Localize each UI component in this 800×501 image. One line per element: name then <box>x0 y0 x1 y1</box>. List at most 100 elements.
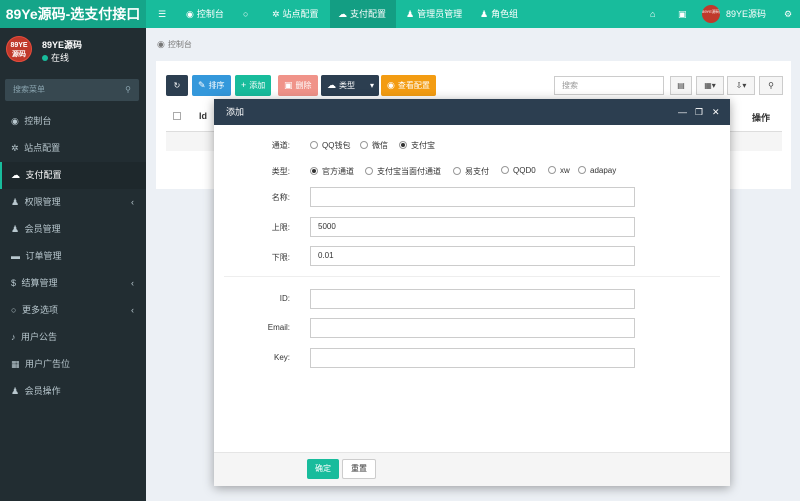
view-config-label: 查看配置 <box>397 81 430 90</box>
min-input[interactable]: 0.01 <box>310 246 635 266</box>
sort-button[interactable]: ✎ 排序 <box>192 75 231 96</box>
column-header-action: 操作 <box>752 113 771 123</box>
plus-icon: + <box>241 80 247 90</box>
user-name: 89YE源码 <box>42 40 83 50</box>
select-all-checkbox[interactable] <box>173 112 181 120</box>
sidebar-search-input[interactable]: 搜索菜单 ⚲ <box>5 79 139 101</box>
sidebar-item-label: 会员管理 <box>24 224 61 234</box>
sidebar-item-member-ops[interactable]: ♟ 会员操作 <box>0 378 146 405</box>
user-panel: 89YE源码 89YE源码 在线 <box>0 28 146 72</box>
settings-button[interactable]: ⚙ <box>776 0 800 28</box>
nav-refresh[interactable]: ○ <box>235 0 259 28</box>
radio-icon <box>453 167 461 175</box>
channel-radio-alipay[interactable]: 支付宝 <box>399 140 435 151</box>
home-button[interactable]: ⌂ <box>642 0 663 28</box>
name-label: 名称: <box>271 193 290 202</box>
radio-icon <box>578 166 586 174</box>
radio-label: 易支付 <box>465 167 489 176</box>
nav-pay-config[interactable]: ☁ 支付配置 <box>330 0 396 28</box>
sidebar-item-ads[interactable]: ▦ 用户广告位 <box>0 351 146 378</box>
sidebar-item-dashboard[interactable]: ◉ 控制台 <box>0 108 146 135</box>
type-radio-adapay[interactable]: adapay <box>578 166 616 175</box>
add-button[interactable]: + 添加 <box>235 75 272 96</box>
radio-label: 微信 <box>372 141 388 150</box>
breadcrumb[interactable]: ◉ 控制台 <box>157 39 192 50</box>
radio-icon <box>548 166 556 174</box>
radio-label: 官方通道 <box>322 167 354 176</box>
nav-admin[interactable]: ♟ 管理员管理 <box>398 0 470 28</box>
form-divider <box>224 276 720 277</box>
user-status: 在线 <box>42 51 69 64</box>
sidebar-item-pay-config[interactable]: ☁ 支付配置 <box>0 162 146 189</box>
maximize-icon[interactable]: ❐ <box>695 99 703 125</box>
email-input[interactable] <box>310 318 635 338</box>
name-input[interactable] <box>310 187 635 207</box>
trash-icon: ▣ <box>678 9 687 19</box>
cloud-icon: ☁ <box>11 170 20 180</box>
cog-icon: ✲ <box>11 143 19 153</box>
sidebar-item-orders[interactable]: ▬ 订单管理 <box>0 243 146 270</box>
logo[interactable]: 89Ye源码-选支付接口 <box>0 0 146 28</box>
refresh-button[interactable]: ↻ <box>166 75 188 96</box>
key-label: Key: <box>273 353 290 362</box>
nav-pay-config-label: 支付配置 <box>350 9 387 19</box>
briefcase-icon: ▬ <box>11 251 20 261</box>
radio-checked-icon <box>399 141 407 149</box>
reset-button[interactable]: 重置 <box>342 459 376 479</box>
channel-radio-wechat[interactable]: 微信 <box>360 140 388 151</box>
channel-label: 通道: <box>271 141 290 150</box>
toggle-view-button[interactable]: ▤ <box>670 76 692 95</box>
sidebar-item-settlement[interactable]: $ 结算管理 ‹ <box>0 270 146 297</box>
radio-label: xw <box>560 166 570 175</box>
cog-icon: ✲ <box>272 9 280 19</box>
id-label: ID: <box>279 294 290 303</box>
user-menu[interactable]: 89YE源码 <box>718 0 774 28</box>
column-header-id[interactable]: Id <box>199 111 207 121</box>
search-icon[interactable]: ⚲ <box>125 79 131 101</box>
sidebar-item-label: 订单管理 <box>25 251 62 261</box>
max-input[interactable]: 5000 <box>310 217 635 237</box>
radio-checked-icon <box>310 167 318 175</box>
sidebar-item-label: 更多选项 <box>21 305 58 315</box>
status-dot-icon <box>42 55 48 61</box>
sidebar-item-site-config[interactable]: ✲ 站点配置 <box>0 135 146 162</box>
email-label: Email: <box>267 323 290 332</box>
export-button[interactable]: ⇩▾ <box>727 76 755 95</box>
type-radio-epay[interactable]: 易支付 <box>453 166 489 177</box>
delete-button[interactable]: ▣ 删除 <box>278 75 318 96</box>
sidebar-item-label: 结算管理 <box>21 278 58 288</box>
type-radio-qqd0[interactable]: QQD0 <box>501 166 536 175</box>
columns-button[interactable]: ▦▾ <box>696 76 724 95</box>
type-radio-xw[interactable]: xw <box>548 166 570 175</box>
type-label: 类型 <box>339 81 355 90</box>
type-radio-official[interactable]: 官方通道 <box>310 166 354 177</box>
view-config-button[interactable]: ◉ 查看配置 <box>381 75 436 96</box>
nav-dashboard[interactable]: ◉ 控制台 <box>178 0 232 28</box>
minimize-icon[interactable]: — <box>678 99 687 125</box>
clear-cache-button[interactable]: ▣ <box>670 0 695 28</box>
search-button[interactable]: ⚲ <box>759 76 783 95</box>
nav-site-config[interactable]: ✲ 站点配置 <box>264 0 327 28</box>
close-icon[interactable]: ✕ <box>712 99 720 125</box>
menu-icon: ☰ <box>158 9 167 19</box>
sidebar-item-label: 权限管理 <box>24 197 61 207</box>
sidebar-item-more[interactable]: ○ 更多选项 ‹ <box>0 297 146 324</box>
radio-icon <box>365 167 373 175</box>
type-radio-alipay-f2f[interactable]: 支付宝当面付通道 <box>365 166 441 177</box>
key-input[interactable] <box>310 348 635 368</box>
id-input[interactable] <box>310 289 635 309</box>
sidebar-toggle[interactable]: ☰ <box>150 0 174 28</box>
dialog-footer: 确定 重置 <box>214 452 730 486</box>
sidebar-item-members[interactable]: ♟ 会员管理 <box>0 216 146 243</box>
radio-label: QQ钱包 <box>322 141 351 150</box>
channel-radio-qq[interactable]: QQ钱包 <box>310 140 350 151</box>
confirm-button[interactable]: 确定 <box>307 459 339 479</box>
table-search-input[interactable]: 搜索 <box>554 76 664 95</box>
sidebar-search-placeholder: 搜索菜单 <box>13 85 45 94</box>
sidebar-item-permissions[interactable]: ♟ 权限管理 ‹ <box>0 189 146 216</box>
type-dropdown[interactable]: ☁ 类型 ▾ <box>321 75 379 96</box>
sidebar-item-announcements[interactable]: ♪ 用户公告 <box>0 324 146 351</box>
sidebar-item-label: 支付配置 <box>25 170 62 180</box>
nav-roles[interactable]: ♟ 角色组 <box>472 0 526 28</box>
dialog-header[interactable]: 添加 — ❐ ✕ <box>214 99 730 125</box>
